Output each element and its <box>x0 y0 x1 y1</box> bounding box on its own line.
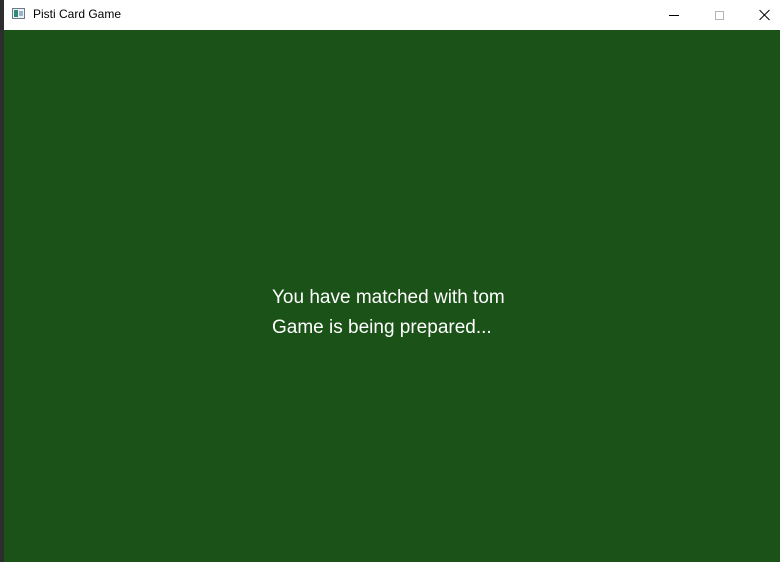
preparing-status-text: Game is being prepared... <box>272 317 492 338</box>
minimize-icon <box>669 14 679 16</box>
app-window: Pisti Card Game You have matched with to… <box>4 0 780 562</box>
window-title: Pisti Card Game <box>33 7 122 21</box>
status-message: You have matched with tom Game is being … <box>272 283 505 343</box>
title-bar[interactable]: Pisti Card Game <box>4 0 780 30</box>
maximize-button[interactable] <box>696 0 742 30</box>
minimize-button[interactable] <box>651 0 697 30</box>
close-button[interactable] <box>742 0 780 30</box>
game-table: You have matched with tom Game is being … <box>4 30 780 562</box>
maximize-icon <box>714 10 724 20</box>
match-status-text: You have matched with tom <box>272 287 505 308</box>
app-icon <box>12 8 25 19</box>
close-icon <box>759 9 771 21</box>
